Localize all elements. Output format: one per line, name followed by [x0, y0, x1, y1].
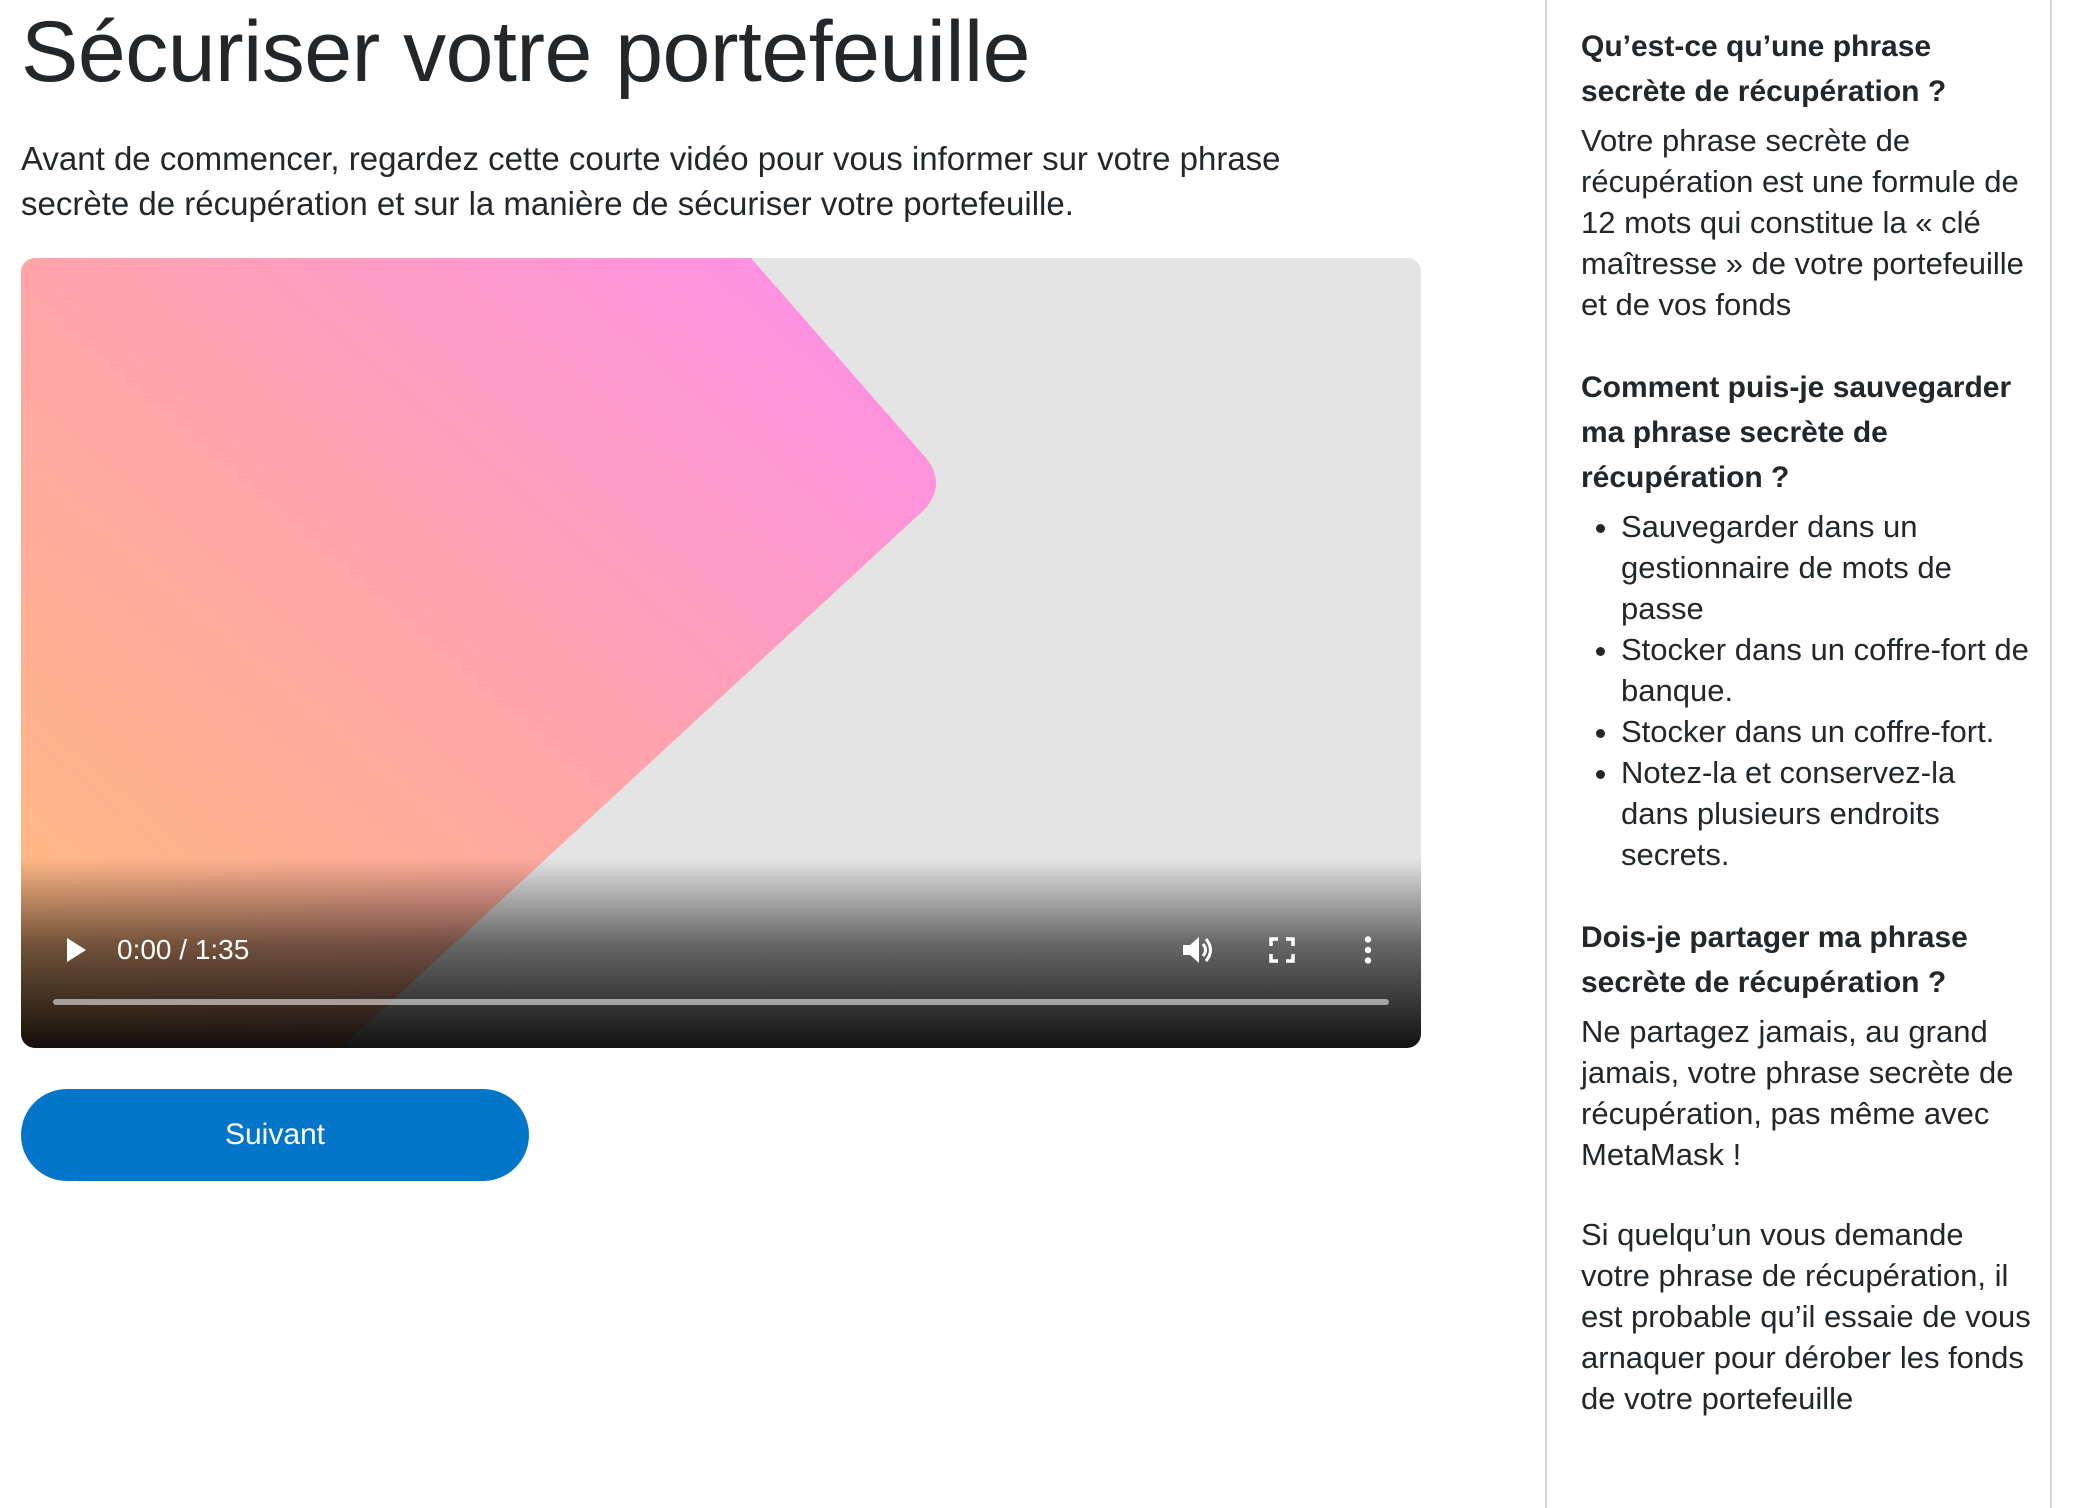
fullscreen-icon: [1269, 937, 1295, 963]
list-item: Stocker dans un coffre-fort.: [1621, 711, 2031, 752]
help-sidebar: Qu’est-ce qu’une phrase secrète de récup…: [1545, 0, 2052, 1508]
more-options-button[interactable]: [1343, 925, 1393, 975]
play-icon: [67, 938, 86, 962]
list-item: Stocker dans un coffre-fort de banque.: [1621, 629, 2031, 711]
next-button[interactable]: Suivant: [21, 1089, 529, 1181]
intro-text: Avant de commencer, regardez cette court…: [21, 140, 1281, 222]
fullscreen-button[interactable]: [1257, 925, 1307, 975]
faq-question-3: Dois-je partager ma phrase secrète de ré…: [1581, 921, 1968, 999]
list-item: Sauvegarder dans un gestionnaire de mots…: [1621, 506, 2031, 629]
faq-answer-3: Ne partagez jamais, au grand jamais, vot…: [1581, 1014, 2014, 1172]
faq-question-2: Comment puis-je sauvegarder ma phrase se…: [1581, 371, 2012, 494]
video-time: 0:00 / 1:35: [117, 934, 250, 965]
video-progress-bar[interactable]: [53, 999, 1389, 1005]
faq-answer-1: Votre phrase secrète de récupération est…: [1581, 123, 2024, 322]
play-button[interactable]: [51, 925, 101, 975]
faq-answer-3-warning: Si quelqu’un vous demande votre phrase d…: [1581, 1217, 2031, 1416]
volume-button[interactable]: [1173, 925, 1223, 975]
page-title: Sécuriser votre portefeuille: [21, 4, 1030, 100]
list-item: Notez-la et conservez-la dans plusieurs …: [1621, 752, 2031, 875]
volume-icon: [1183, 937, 1212, 963]
more-vertical-icon: [1364, 936, 1372, 964]
faq-question-1: Qu’est-ce qu’une phrase secrète de récup…: [1581, 30, 1947, 108]
backup-methods-list: Sauvegarder dans un gestionnaire de mots…: [1581, 506, 2031, 875]
